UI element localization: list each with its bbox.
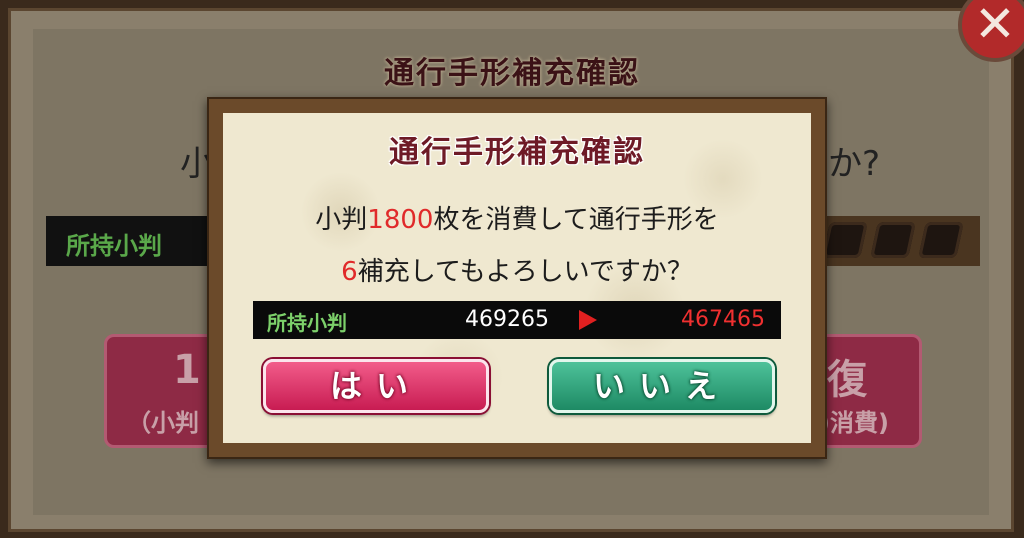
background-question-right: か?	[828, 144, 881, 184]
message-suffix: 枚を消費して通行手形を	[433, 205, 719, 235]
confirm-dialog: 通行手形補充確認 小判1800枚を消費して通行手形を 6補充してもよろしいですか…	[207, 97, 827, 459]
pass-icon	[822, 222, 868, 258]
pass-icon	[918, 222, 964, 258]
background-recover-button-left: 1 （小判	[104, 334, 224, 448]
background-button-big-text: 1	[173, 347, 201, 393]
background-button-small-text: （小判	[127, 409, 199, 437]
confirm-dialog-body: 通行手形補充確認 小判1800枚を消費して通行手形を 6補充してもよろしいですか…	[223, 113, 811, 443]
background-recover-button-right: 復 )消費)	[814, 334, 922, 448]
message-suffix: 補充してもよろしいですか？	[357, 257, 693, 287]
dialog-title: 通行手形補充確認	[389, 135, 645, 170]
background-koban-label: 所持小判	[66, 232, 162, 260]
message-prefix: 小判	[315, 205, 368, 235]
koban-after-value: 467465	[681, 307, 765, 332]
koban-cost-amount: 1800	[367, 205, 434, 235]
yes-button[interactable]: はい	[263, 359, 489, 413]
dialog-message-line-1: 小判1800枚を消費して通行手形を	[223, 199, 811, 236]
koban-balance-label: 所持小判	[267, 311, 347, 335]
background-button-big-text: 復	[827, 357, 867, 403]
background-button-small-text: )消費)	[819, 409, 889, 437]
koban-balance-bar: 所持小判 469265 467465	[253, 301, 781, 339]
no-button[interactable]: いいえ	[549, 359, 775, 413]
dialog-message-line-2: 6補充してもよろしいですか？	[223, 251, 811, 288]
pass-refill-count: 6	[341, 257, 358, 287]
koban-current-value: 469265	[465, 307, 549, 332]
background-title: 通行手形補充確認	[384, 56, 640, 91]
arrow-right-icon	[579, 310, 597, 330]
pass-icon	[870, 222, 916, 258]
